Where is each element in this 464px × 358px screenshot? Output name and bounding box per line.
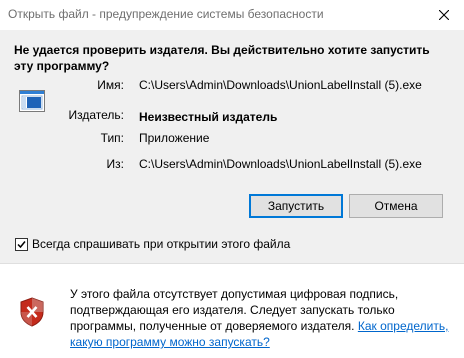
cancel-button[interactable]: Отмена	[349, 194, 443, 218]
close-icon	[439, 10, 449, 20]
from-label: Из:	[106, 157, 124, 171]
publisher-value: Неизвестный издатель	[139, 110, 278, 124]
warning-message: У этого файла отсутствует допустимая циф…	[70, 286, 450, 350]
dialog-body: Не удается проверить издателя. Вы действ…	[0, 30, 464, 263]
warning-footer: У этого файла отсутствует допустимая циф…	[0, 263, 464, 358]
from-value: C:\Users\Admin\Downloads\UnionLabelInsta…	[139, 157, 422, 171]
publisher-label: Издатель:	[68, 108, 125, 122]
run-button[interactable]: Запустить	[249, 194, 343, 218]
name-value: C:\Users\Admin\Downloads\UnionLabelInsta…	[139, 78, 422, 92]
always-ask-checkbox[interactable]	[15, 238, 28, 251]
warning-text: У этого файла отсутствует допустимая циф…	[70, 287, 399, 333]
type-value: Приложение	[139, 131, 210, 145]
title-bar: Открыть файл - предупреждение системы бе…	[0, 0, 464, 30]
type-label: Тип:	[100, 131, 124, 145]
headline-question: Не удается проверить издателя. Вы действ…	[14, 43, 430, 73]
checkmark-icon	[17, 241, 26, 249]
security-shield-error-icon	[19, 297, 45, 330]
always-ask-label[interactable]: Всегда спрашивать при открытии этого фай…	[32, 237, 290, 251]
window-title: Открыть файл - предупреждение системы бе…	[8, 7, 324, 21]
close-button[interactable]	[424, 0, 464, 30]
name-label: Имя:	[97, 78, 124, 92]
security-warning-dialog: Открыть файл - предупреждение системы бе…	[0, 0, 464, 358]
